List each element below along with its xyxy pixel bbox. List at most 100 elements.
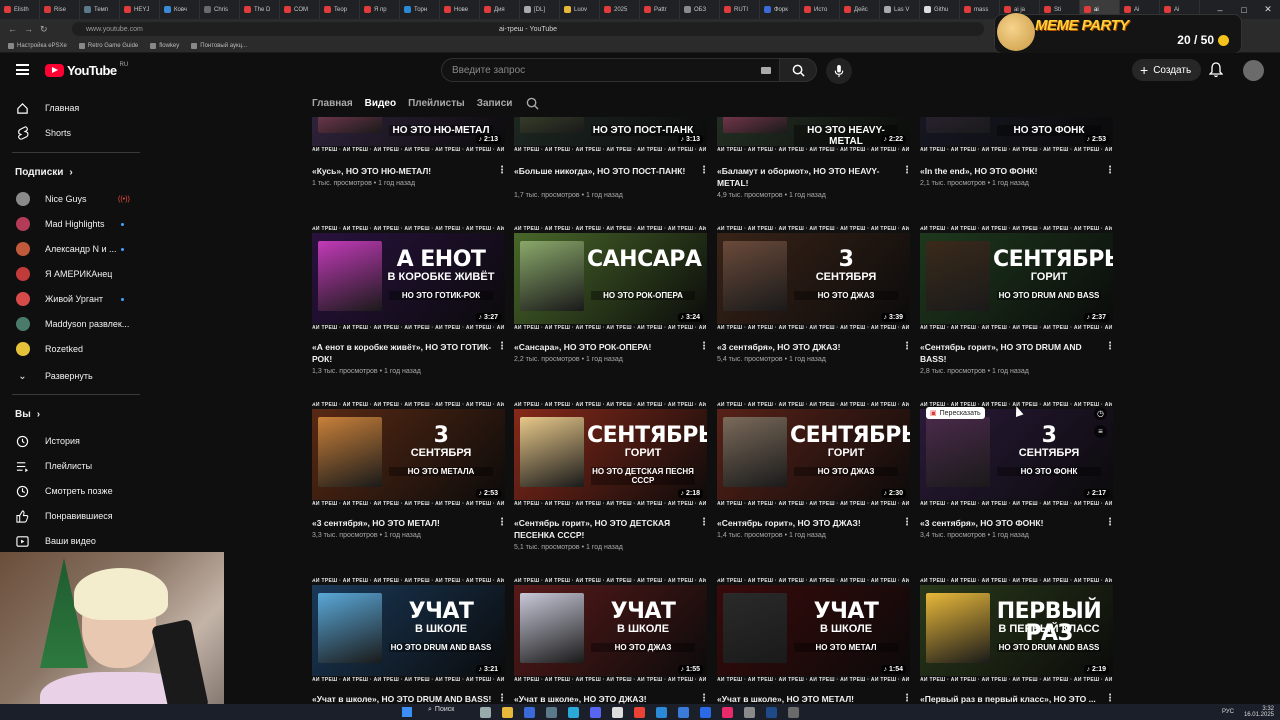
video-title[interactable]: «3 сентября», НО ЭТО МЕТАЛ!: [312, 517, 492, 529]
create-button[interactable]: + Создать: [1132, 59, 1202, 81]
taskbar-app-icon[interactable]: [766, 707, 777, 718]
sidebar-item-subscription[interactable]: Александр N и ...: [0, 238, 146, 260]
video-title[interactable]: «Сансара», НО ЭТО РОК-ОПЕРА!: [514, 341, 694, 353]
subscriptions-heading[interactable]: Подписки ›: [15, 167, 73, 178]
taskbar-app-icon[interactable]: [788, 707, 799, 718]
sidebar-item-subscription[interactable]: Nice Guys ((•)): [0, 188, 146, 210]
taskbar-app-icon[interactable]: [744, 707, 755, 718]
video-thumbnail[interactable]: АИ ТРЕШ · АИ ТРЕШ · АИ ТРЕШ · АИ ТРЕШ · …: [717, 117, 910, 154]
browser-tab[interactable]: Githu: [920, 0, 960, 19]
taskbar-app-icon[interactable]: [656, 707, 667, 718]
summarize-button[interactable]: ▣ Пересказать: [926, 407, 985, 419]
video-thumbnail[interactable]: АИ ТРЕШ · АИ ТРЕШ · АИ ТРЕШ · АИ ТРЕШ · …: [514, 577, 707, 684]
clock[interactable]: 3:32 16.01.2025: [1244, 706, 1274, 718]
menu-icon[interactable]: [16, 64, 29, 75]
close-icon[interactable]: ✕: [1256, 0, 1280, 19]
browser-tab[interactable]: Нове: [440, 0, 480, 19]
youtube-logo[interactable]: YouTube RU: [45, 62, 128, 78]
taskbar-app-icon[interactable]: [612, 707, 623, 718]
browser-tab[interactable]: ОБЗ: [680, 0, 720, 19]
tab-videos[interactable]: Видео: [365, 98, 396, 109]
lang-indicator[interactable]: РУС: [1222, 709, 1234, 715]
video-thumbnail[interactable]: АИ ТРЕШ · АИ ТРЕШ · АИ ТРЕШ · АИ ТРЕШ · …: [920, 577, 1113, 684]
add-to-queue-icon[interactable]: ≡: [1094, 425, 1107, 438]
video-title[interactable]: «Больше никогда», НО ЭТО ПОСТ-ПАНК!: [514, 165, 694, 177]
video-thumbnail[interactable]: АИ ТРЕШ · АИ ТРЕШ · АИ ТРЕШ · АИ ТРЕШ · …: [717, 225, 910, 332]
taskbar-app-icon[interactable]: [480, 707, 491, 718]
video-thumbnail[interactable]: АИ ТРЕШ · АИ ТРЕШ · АИ ТРЕШ · АИ ТРЕШ · …: [312, 225, 505, 332]
more-options-icon[interactable]: ⋮: [902, 517, 912, 528]
video-title[interactable]: «3 сентября», НО ЭТО ФОНК!: [920, 517, 1100, 529]
avatar[interactable]: [1243, 60, 1264, 81]
browser-tab[interactable]: Elisth: [0, 0, 40, 19]
more-options-icon[interactable]: ⋮: [1105, 693, 1115, 704]
more-options-icon[interactable]: ⋮: [699, 693, 709, 704]
bookmark-item[interactable]: Настройка ePSXe: [8, 42, 67, 49]
video-title[interactable]: «3 сентября», НО ЭТО ДЖАЗ!: [717, 341, 897, 353]
video-thumbnail[interactable]: АИ ТРЕШ · АИ ТРЕШ · АИ ТРЕШ · АИ ТРЕШ · …: [920, 401, 1113, 508]
browser-tab[interactable]: mass: [960, 0, 1000, 19]
video-thumbnail[interactable]: АИ ТРЕШ · АИ ТРЕШ · АИ ТРЕШ · АИ ТРЕШ · …: [717, 401, 910, 508]
sidebar-item-playlists[interactable]: Плейлисты: [0, 455, 146, 477]
keyboard-icon[interactable]: [761, 67, 771, 74]
windows-start-icon[interactable]: [402, 707, 412, 717]
video-thumbnail[interactable]: АИ ТРЕШ · АИ ТРЕШ · АИ ТРЕШ · АИ ТРЕШ · …: [514, 225, 707, 332]
sidebar-item-subscription[interactable]: Я АМЕРИКАнец: [0, 263, 146, 285]
sidebar-item-like[interactable]: Понравившиеся: [0, 505, 146, 527]
more-options-icon[interactable]: ⋮: [1105, 517, 1115, 528]
browser-tab[interactable]: Темп: [80, 0, 120, 19]
video-title[interactable]: «Сентябрь горит», НО ЭТО ДЖАЗ!: [717, 517, 897, 529]
sidebar-item-subscription[interactable]: Maddyson развлек...: [0, 313, 146, 335]
video-title[interactable]: «Учат в школе», НО ЭТО МЕТАЛ!: [717, 693, 897, 704]
sidebar-item-home[interactable]: Главная: [0, 97, 146, 119]
browser-tab[interactable]: Chris: [200, 0, 240, 19]
taskbar-app-icon[interactable]: [590, 707, 601, 718]
watch-later-icon[interactable]: ◷: [1094, 407, 1107, 420]
video-title[interactable]: «Учат в школе», НО ЭТО DRUM AND BASS!: [312, 693, 492, 704]
video-title[interactable]: «Сентябрь горит», НО ЭТО DRUM AND BASS!: [920, 341, 1100, 365]
taskbar-app-icon[interactable]: [546, 707, 557, 718]
tab-posts[interactable]: Записи: [477, 98, 513, 109]
video-thumbnail[interactable]: АИ ТРЕШ · АИ ТРЕШ · АИ ТРЕШ · АИ ТРЕШ · …: [312, 401, 505, 508]
bell-icon[interactable]: [1209, 62, 1223, 78]
taskbar-app-icon[interactable]: [502, 707, 513, 718]
more-options-icon[interactable]: ⋮: [699, 517, 709, 528]
browser-tab[interactable]: Форк: [760, 0, 800, 19]
browser-tab[interactable]: HEYJ: [120, 0, 160, 19]
more-options-icon[interactable]: ⋮: [699, 341, 709, 352]
sidebar-item-subscription[interactable]: Живой Ургант: [0, 288, 146, 310]
url-field[interactable]: www.youtube.com ai-треш - YouTube: [72, 22, 984, 36]
sidebar-item-subscription[interactable]: Rozetked: [0, 338, 146, 360]
browser-tab[interactable]: Rise: [40, 0, 80, 19]
browser-tab[interactable]: Исто: [800, 0, 840, 19]
more-options-icon[interactable]: ⋮: [902, 693, 912, 704]
sidebar-item-expand[interactable]: ⌄ Развернуть: [0, 365, 146, 387]
more-options-icon[interactable]: ⋮: [902, 341, 912, 352]
browser-tab[interactable]: Дейс: [840, 0, 880, 19]
video-thumbnail[interactable]: АИ ТРЕШ · АИ ТРЕШ · АИ ТРЕШ · АИ ТРЕШ · …: [312, 117, 505, 154]
browser-tab[interactable]: Las V: [880, 0, 920, 19]
browser-tab[interactable]: 2025: [600, 0, 640, 19]
browser-tab[interactable]: RUTI: [720, 0, 760, 19]
more-options-icon[interactable]: ⋮: [1105, 341, 1115, 352]
video-title[interactable]: «Сентябрь горит», НО ЭТО ДЕТСКАЯ ПЕСЕНКА…: [514, 517, 694, 541]
sidebar-item-subscription[interactable]: Mad Highlights: [0, 213, 146, 235]
taskbar-app-icon[interactable]: [678, 707, 689, 718]
browser-tab[interactable]: COM: [280, 0, 320, 19]
video-title[interactable]: «Баламут и обормот», НО ЭТО HEAVY-METAL!: [717, 165, 897, 189]
video-thumbnail[interactable]: АИ ТРЕШ · АИ ТРЕШ · АИ ТРЕШ · АИ ТРЕШ · …: [312, 577, 505, 684]
you-heading[interactable]: Вы ›: [15, 409, 40, 420]
video-thumbnail[interactable]: АИ ТРЕШ · АИ ТРЕШ · АИ ТРЕШ · АИ ТРЕШ · …: [514, 401, 707, 508]
bookmark-item[interactable]: Понтовый аукц...: [191, 42, 247, 49]
bookmark-item[interactable]: flowkey: [150, 42, 179, 49]
video-title[interactable]: «Первый раз в первый класс», НО ЭТО ...: [920, 693, 1100, 704]
browser-tab[interactable]: [DL]: [520, 0, 560, 19]
video-thumbnail[interactable]: АИ ТРЕШ · АИ ТРЕШ · АИ ТРЕШ · АИ ТРЕШ · …: [920, 117, 1113, 154]
taskbar-app-icon[interactable]: [700, 707, 711, 718]
browser-tab[interactable]: Дия: [480, 0, 520, 19]
channel-search-icon[interactable]: [526, 97, 539, 110]
search-input[interactable]: Введите запрос: [441, 58, 779, 82]
taskbar-app-icon[interactable]: [568, 707, 579, 718]
video-title[interactable]: «In the end», НО ЭТО ФОНК!: [920, 165, 1100, 177]
more-options-icon[interactable]: ⋮: [497, 165, 507, 176]
